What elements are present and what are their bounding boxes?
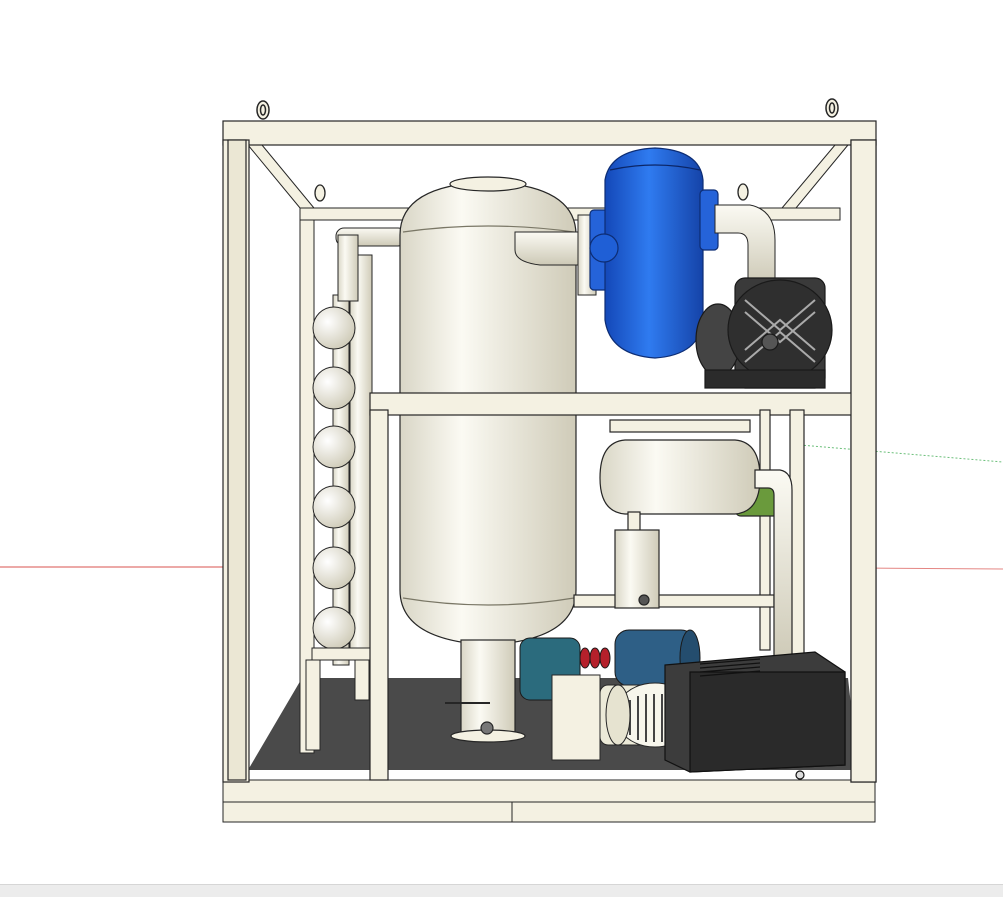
status-bar [0, 884, 1003, 897]
lifting-eye-right [825, 98, 839, 118]
pump-elbow-pipe [714, 204, 776, 286]
modeling-viewport[interactable] [0, 0, 1003, 884]
red-axis-line-right [859, 567, 1003, 570]
green-axis-line [799, 444, 1003, 463]
lifting-eye-inner-left [314, 184, 326, 202]
front-right-post [850, 139, 877, 783]
machine-model-drawing [0, 98, 1003, 823]
blower-motor [695, 277, 833, 389]
lifting-eye-inner-right [737, 183, 749, 201]
heater-pipes [305, 227, 407, 751]
lifting-eye-left [256, 100, 270, 120]
vacuum-pump [664, 651, 846, 780]
